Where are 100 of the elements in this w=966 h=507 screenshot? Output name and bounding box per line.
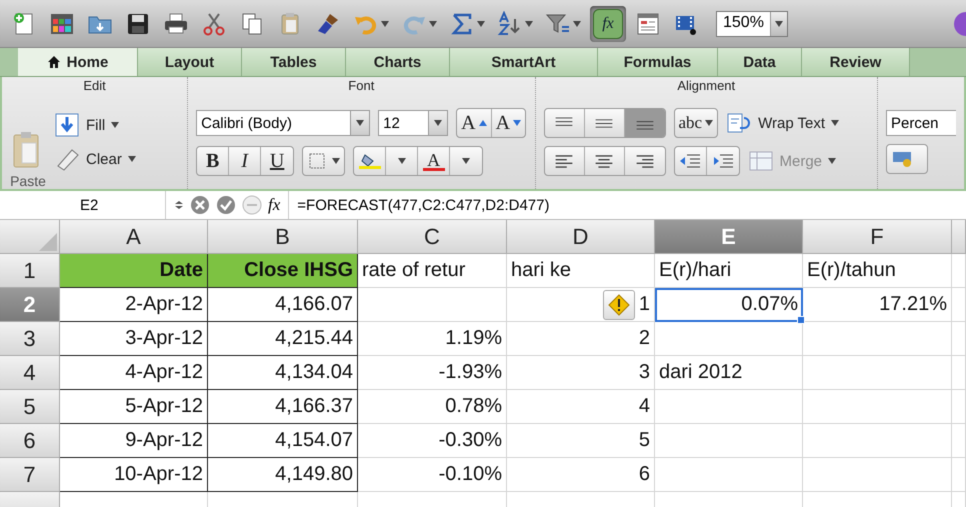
column-header[interactable]: B (208, 220, 358, 254)
table-cell: 5 (507, 424, 655, 458)
row-header[interactable]: 4 (0, 356, 60, 390)
confirm-icon[interactable] (216, 195, 236, 215)
font-color-button[interactable]: A (418, 147, 450, 175)
caret-icon[interactable] (462, 158, 470, 164)
formula-text[interactable]: =FORECAST(477,C2:C477,D2:D477) (289, 196, 550, 214)
ribbon-tab[interactable]: Formulas (598, 48, 718, 76)
column-header[interactable]: F (803, 220, 952, 254)
table-cell (952, 322, 966, 356)
ribbon-tab[interactable]: Home (18, 48, 138, 76)
table-cell: -0.30% (358, 424, 507, 458)
font-size-dropdown[interactable]: 12 (378, 110, 448, 136)
table-cell (952, 458, 966, 492)
table-cell: -0.10% (358, 458, 507, 492)
row-header[interactable]: 6 (0, 424, 60, 458)
fill-button[interactable]: Fill (54, 112, 136, 138)
ribbon-tab[interactable]: SmartArt (450, 48, 598, 76)
group-title: Alignment (676, 77, 736, 95)
column-header[interactable]: D (507, 220, 655, 254)
align-lines-icon (555, 154, 573, 168)
caret-icon[interactable] (831, 120, 840, 126)
table-cell (952, 390, 966, 424)
paint-bucket-icon (358, 153, 381, 169)
caret-icon[interactable] (429, 20, 437, 26)
ribbon-tab[interactable]: Tables (242, 48, 346, 76)
outdent-icon (679, 153, 701, 169)
paste-button[interactable]: Paste (10, 95, 46, 189)
font-family-dropdown[interactable]: Calibri (Body) (196, 110, 370, 136)
number-format-field[interactable]: Percen (886, 110, 956, 136)
row-header[interactable]: 2 (0, 288, 60, 322)
fill-handle[interactable] (797, 316, 805, 324)
caret-icon[interactable] (774, 20, 783, 26)
table-cell: 4,166.37 (208, 390, 358, 424)
table-cell: 1.19% (358, 322, 507, 356)
caret-icon[interactable] (332, 158, 340, 164)
table-cell: 9-Apr-12 (60, 424, 208, 458)
row-header[interactable]: 5 (0, 390, 60, 424)
table-cell: 3-Apr-12 (60, 322, 208, 356)
ribbon-tab[interactable]: Data (718, 48, 802, 76)
name-box[interactable]: E2 (0, 196, 165, 214)
caret-icon[interactable] (356, 120, 364, 126)
caret-icon[interactable] (381, 20, 389, 26)
caret-icon[interactable] (573, 20, 581, 26)
shrink-font-button[interactable]: A (492, 109, 526, 137)
table-cell: 2-Apr-12 (60, 288, 208, 322)
table-cell: dari 2012 (655, 356, 803, 390)
home-icon (46, 55, 61, 69)
caret-icon[interactable] (705, 120, 714, 126)
printer-icon (163, 10, 189, 36)
warning-icon (608, 294, 630, 316)
caret-icon[interactable] (525, 20, 533, 26)
zoom-dropdown[interactable]: 150% (716, 10, 788, 36)
table-cell (952, 288, 966, 322)
table-cell: Date (60, 254, 208, 288)
caret-icon[interactable] (477, 20, 485, 26)
table-cell (952, 424, 966, 458)
table-cell (952, 356, 966, 390)
caret-icon[interactable] (434, 120, 442, 126)
triangle-icon (37, 231, 59, 253)
bold-button[interactable]: B (197, 147, 230, 175)
group-title: Edit (82, 77, 107, 95)
table-cell: 0.07% (655, 288, 803, 322)
caret-icon[interactable] (111, 122, 120, 128)
insert-function-button[interactable]: fx (268, 195, 280, 215)
underline-button[interactable]: U (261, 147, 294, 175)
table-cell: 0.78% (358, 390, 507, 424)
ribbon-tab[interactable]: Charts (346, 48, 450, 76)
italic-button[interactable]: I (229, 147, 262, 175)
table-cell: 4,134.04 (208, 356, 358, 390)
table-cell: 17.21% (803, 288, 952, 322)
align-lines-icon (595, 154, 613, 168)
column-header[interactable]: A (60, 220, 208, 254)
row-header[interactable]: 3 (0, 322, 60, 356)
ribbon-tab[interactable]: Review (802, 48, 910, 76)
table-cell: 3 (507, 356, 655, 390)
orientation-button[interactable]: abc (674, 109, 718, 137)
ribbon-tab[interactable]: Layout (138, 48, 242, 76)
align-lines-icon (636, 154, 654, 168)
wrap-text-button[interactable]: Wrap Text (726, 110, 840, 136)
table-cell: 10-Apr-12 (60, 458, 208, 492)
warning-button[interactable] (602, 290, 635, 320)
table-cell: 4,166.07 (208, 288, 358, 322)
caret-icon[interactable] (128, 156, 136, 162)
cancel-icon[interactable] (190, 195, 210, 215)
currency-icon (892, 151, 914, 167)
table-cell: E(r)/tahun (803, 254, 952, 288)
grow-font-button[interactable]: A (457, 109, 492, 137)
row-header[interactable]: 1 (0, 254, 60, 288)
table-cell: Close IHSG (208, 254, 358, 288)
table-cell: 4,149.80 (208, 458, 358, 492)
row-header[interactable]: 7 (0, 458, 60, 492)
group-title: Font (347, 77, 376, 95)
cell-text: 1 (638, 293, 650, 316)
column-header[interactable]: C (358, 220, 507, 254)
align-lines-icon (595, 116, 613, 130)
table-cell: rate of retur (358, 254, 507, 288)
table-cell: 6 (507, 458, 655, 492)
caret-icon[interactable] (398, 158, 406, 164)
clear-button[interactable]: Clear (54, 146, 136, 172)
